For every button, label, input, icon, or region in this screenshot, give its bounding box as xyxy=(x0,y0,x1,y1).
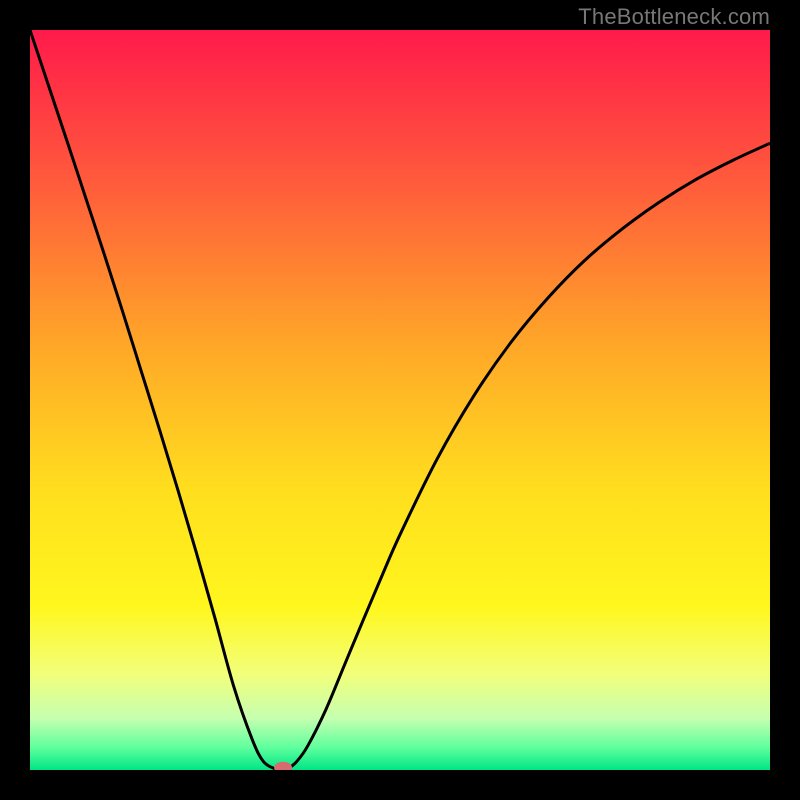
chart-svg xyxy=(30,30,770,770)
watermark-text: TheBottleneck.com xyxy=(578,4,770,30)
chart-background-gradient xyxy=(30,30,770,770)
chart-plot-area xyxy=(30,30,770,770)
